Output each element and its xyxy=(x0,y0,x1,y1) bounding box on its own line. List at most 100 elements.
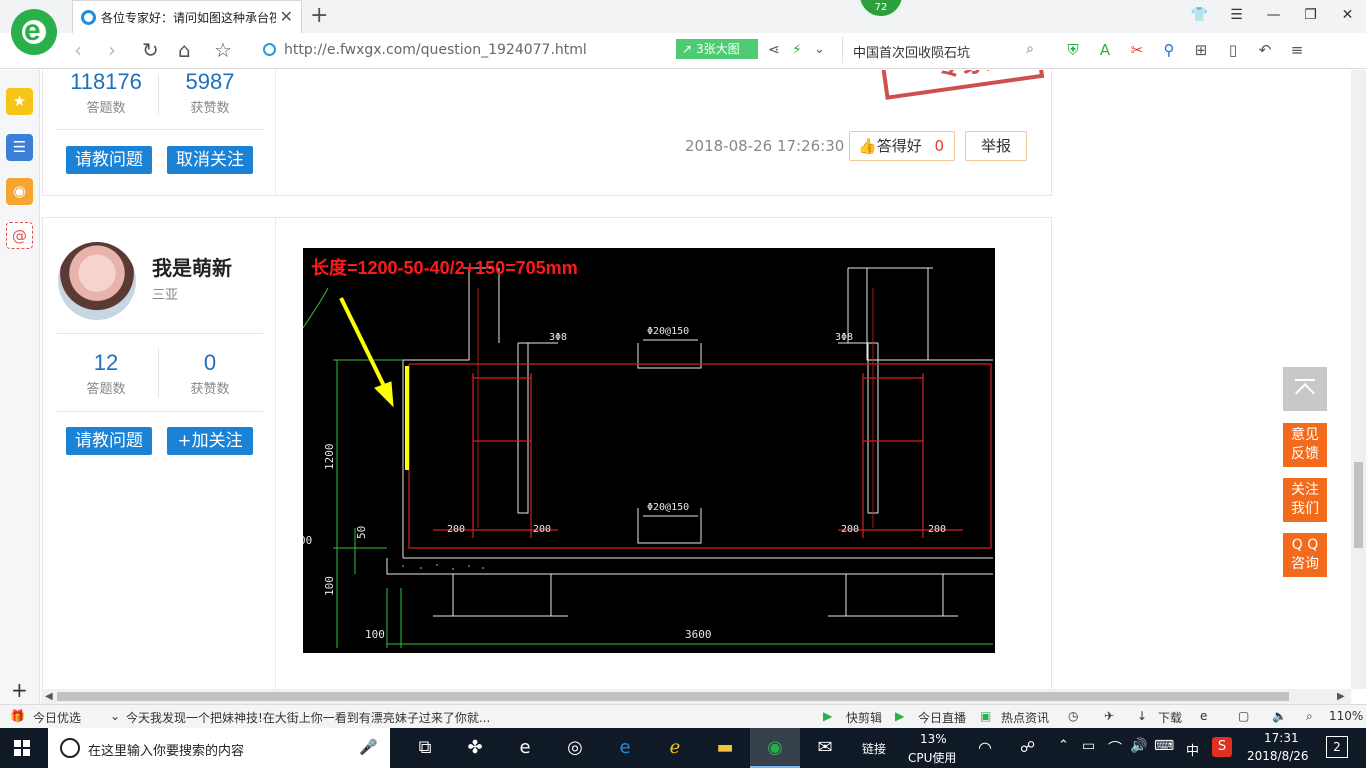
skin-icon[interactable]: 👕 xyxy=(1181,0,1218,33)
qq-consult-button[interactable]: Q Q 咨询 xyxy=(1283,533,1327,577)
cortana-icon[interactable] xyxy=(60,738,80,758)
back-to-top-button[interactable] xyxy=(1283,367,1327,411)
task-view-icon[interactable]: ⧉ xyxy=(400,728,450,768)
answer-count-label: 答题数 xyxy=(86,382,126,397)
search-icon[interactable]: ⌕ xyxy=(1026,41,1034,57)
pin-icon[interactable]: ✈ xyxy=(1104,709,1114,723)
favorite-star-icon[interactable]: ☆ xyxy=(214,38,232,62)
like-button[interactable]: 👍答得好 0 xyxy=(849,131,955,161)
cad-drawing-image[interactable]: 长度=1200-50-40/2+150=705mm 3Φ8 Φ20@150 3Φ… xyxy=(303,248,995,653)
forward-arrow-icon[interactable]: › xyxy=(108,38,116,62)
tab-close-icon[interactable]: ✕ xyxy=(280,7,293,26)
battery-icon[interactable]: ▭ xyxy=(1082,738,1095,754)
mail-icon[interactable]: @ xyxy=(6,222,33,249)
refresh-icon[interactable]: ↻ xyxy=(142,38,159,62)
follow-us-button[interactable]: 关注 我们 xyxy=(1283,478,1327,522)
dimension-label: 3600 xyxy=(685,628,712,641)
favorites-star-icon[interactable]: ★ xyxy=(6,88,33,115)
vertical-scrollbar[interactable] xyxy=(1351,70,1366,689)
notification-count[interactable]: 2 xyxy=(1326,736,1348,758)
speed-badge[interactable]: 72 xyxy=(858,0,904,18)
ie-mode-icon[interactable]: e xyxy=(1200,709,1207,723)
tab-active[interactable]: 各位专家好：请问如图这种承台筏 ✕ xyxy=(72,0,302,33)
report-button[interactable]: 举报 xyxy=(965,131,1027,161)
follow-button[interactable]: +加关注 xyxy=(167,427,253,455)
menu-lines-icon[interactable]: ≡ xyxy=(1286,40,1308,60)
start-button[interactable] xyxy=(14,740,30,756)
search-input[interactable]: 中国首次回收陨石坑 xyxy=(853,42,970,61)
translate-icon[interactable]: A xyxy=(1094,40,1116,60)
magnifier-icon[interactable]: ⚲ xyxy=(1158,40,1180,60)
ie-icon[interactable]: ℯ xyxy=(650,728,700,768)
clock-date[interactable]: 2018/8/26 xyxy=(1247,749,1309,763)
hot-news-link[interactable]: 热点资讯 xyxy=(1001,709,1049,726)
answer-count-stat: 12 答题数 xyxy=(55,350,157,397)
network-icon[interactable]: ⌒ xyxy=(1108,738,1122,758)
edge-blue-icon[interactable]: e xyxy=(600,728,650,768)
apps-grid-icon[interactable]: ⊞ xyxy=(1190,40,1212,60)
fan-app-icon[interactable]: ✤ xyxy=(450,728,500,768)
wifi-icon[interactable]: ◠ xyxy=(978,738,992,757)
scissors-icon[interactable]: ✂ xyxy=(1126,40,1148,60)
live-link[interactable]: 今日直播 xyxy=(918,709,966,726)
quick-clip-link[interactable]: 快剪辑 xyxy=(846,709,882,726)
scroll-thumb[interactable] xyxy=(57,692,1289,701)
chevron-down-icon[interactable]: ⌄ xyxy=(110,709,120,723)
volume-icon[interactable]: 🔈 xyxy=(1272,709,1287,723)
menu-icon[interactable]: ☰ xyxy=(1218,0,1255,33)
lightning-icon[interactable]: ⚡ xyxy=(792,42,802,58)
download-link[interactable]: 下载 xyxy=(1158,709,1182,726)
minimize-button[interactable]: — xyxy=(1255,0,1292,33)
news-ticker[interactable]: 今天我发现一个把妹神技!在大街上你一看到有漂亮妹子过来了你就... xyxy=(126,709,494,726)
clock-time[interactable]: 17:31 xyxy=(1264,731,1299,745)
sogou-icon[interactable]: S xyxy=(1212,737,1232,757)
reading-list-icon[interactable]: ☰ xyxy=(6,134,33,161)
username[interactable]: 我是萌新 xyxy=(152,252,232,281)
speaker-icon[interactable]: 🔊 xyxy=(1130,738,1147,754)
chevron-down-icon[interactable]: ⌄ xyxy=(814,42,825,57)
people-icon[interactable]: ☍ xyxy=(1020,738,1035,756)
ime-indicator[interactable]: 中 xyxy=(1186,740,1199,759)
ask-question-button[interactable]: 请教问题 xyxy=(66,146,152,174)
spiral-app-icon[interactable]: ◎ xyxy=(550,728,600,768)
phone-icon[interactable]: ▯ xyxy=(1222,40,1244,60)
scroll-right-icon[interactable]: ▶ xyxy=(1337,689,1345,704)
weibo-icon[interactable]: ◉ xyxy=(6,178,33,205)
show-hidden-icon[interactable]: ⌃ xyxy=(1058,738,1069,753)
edge-icon[interactable]: e xyxy=(500,728,550,768)
ask-question-button[interactable]: 请教问题 xyxy=(66,427,152,455)
zoom-level[interactable]: 110% xyxy=(1329,709,1363,723)
share-icon[interactable]: ⋖ xyxy=(768,42,780,58)
add-sidebar-icon[interactable]: + xyxy=(11,678,28,702)
mail-app-icon[interactable]: ✉ xyxy=(800,728,850,768)
expert-stamp: 专家 xyxy=(877,70,1045,100)
scroll-left-icon[interactable]: ◀ xyxy=(45,689,53,704)
new-tab-button[interactable]: + xyxy=(310,3,328,28)
shield-icon[interactable]: ⛨ xyxy=(1062,40,1084,60)
keyboard-icon[interactable]: ⌨ xyxy=(1154,738,1174,754)
today-pick-link[interactable]: 今日优选 xyxy=(33,709,81,726)
unfollow-button[interactable]: 取消关注 xyxy=(167,146,253,174)
answer-card: 118176 答题数 5987 获赞数 请教问题 取消关注 专家 2018-08… xyxy=(42,70,1052,197)
home-icon[interactable]: ⌂ xyxy=(178,38,191,62)
big-picture-button[interactable]: 3张大图 xyxy=(676,39,758,59)
maximize-button[interactable]: ❐ xyxy=(1292,0,1329,33)
window-icon[interactable]: ▢ xyxy=(1238,709,1249,723)
back-arrow-icon[interactable]: ‹ xyxy=(74,38,82,62)
speed-icon[interactable]: ◷ xyxy=(1068,709,1078,723)
link-label[interactable]: 链接 xyxy=(862,740,886,757)
avatar[interactable] xyxy=(58,242,136,320)
browser-logo-icon[interactable]: e xyxy=(11,9,57,55)
search-box[interactable]: 中国首次回收陨石坑 ⌕ xyxy=(842,37,1042,63)
scroll-thumb[interactable] xyxy=(1354,462,1363,548)
horizontal-scrollbar[interactable]: ◀ ▶ xyxy=(41,689,1351,704)
taskbar-search-input[interactable]: 在这里输入你要搜索的内容 xyxy=(88,740,244,759)
taskbar-search[interactable]: 在这里输入你要搜索的内容 🎤 xyxy=(48,728,390,768)
file-explorer-icon[interactable]: ▬ xyxy=(700,728,750,768)
close-window-button[interactable]: ✕ xyxy=(1329,0,1366,33)
feedback-button[interactable]: 意见 反馈 xyxy=(1283,423,1327,467)
microphone-icon[interactable]: 🎤 xyxy=(359,738,378,756)
browser-2345-icon[interactable]: ◉ xyxy=(750,728,800,768)
undo-icon[interactable]: ↶ xyxy=(1254,40,1276,60)
url-text[interactable]: http://e.fwxgx.com/question_1924077.html xyxy=(284,42,587,58)
